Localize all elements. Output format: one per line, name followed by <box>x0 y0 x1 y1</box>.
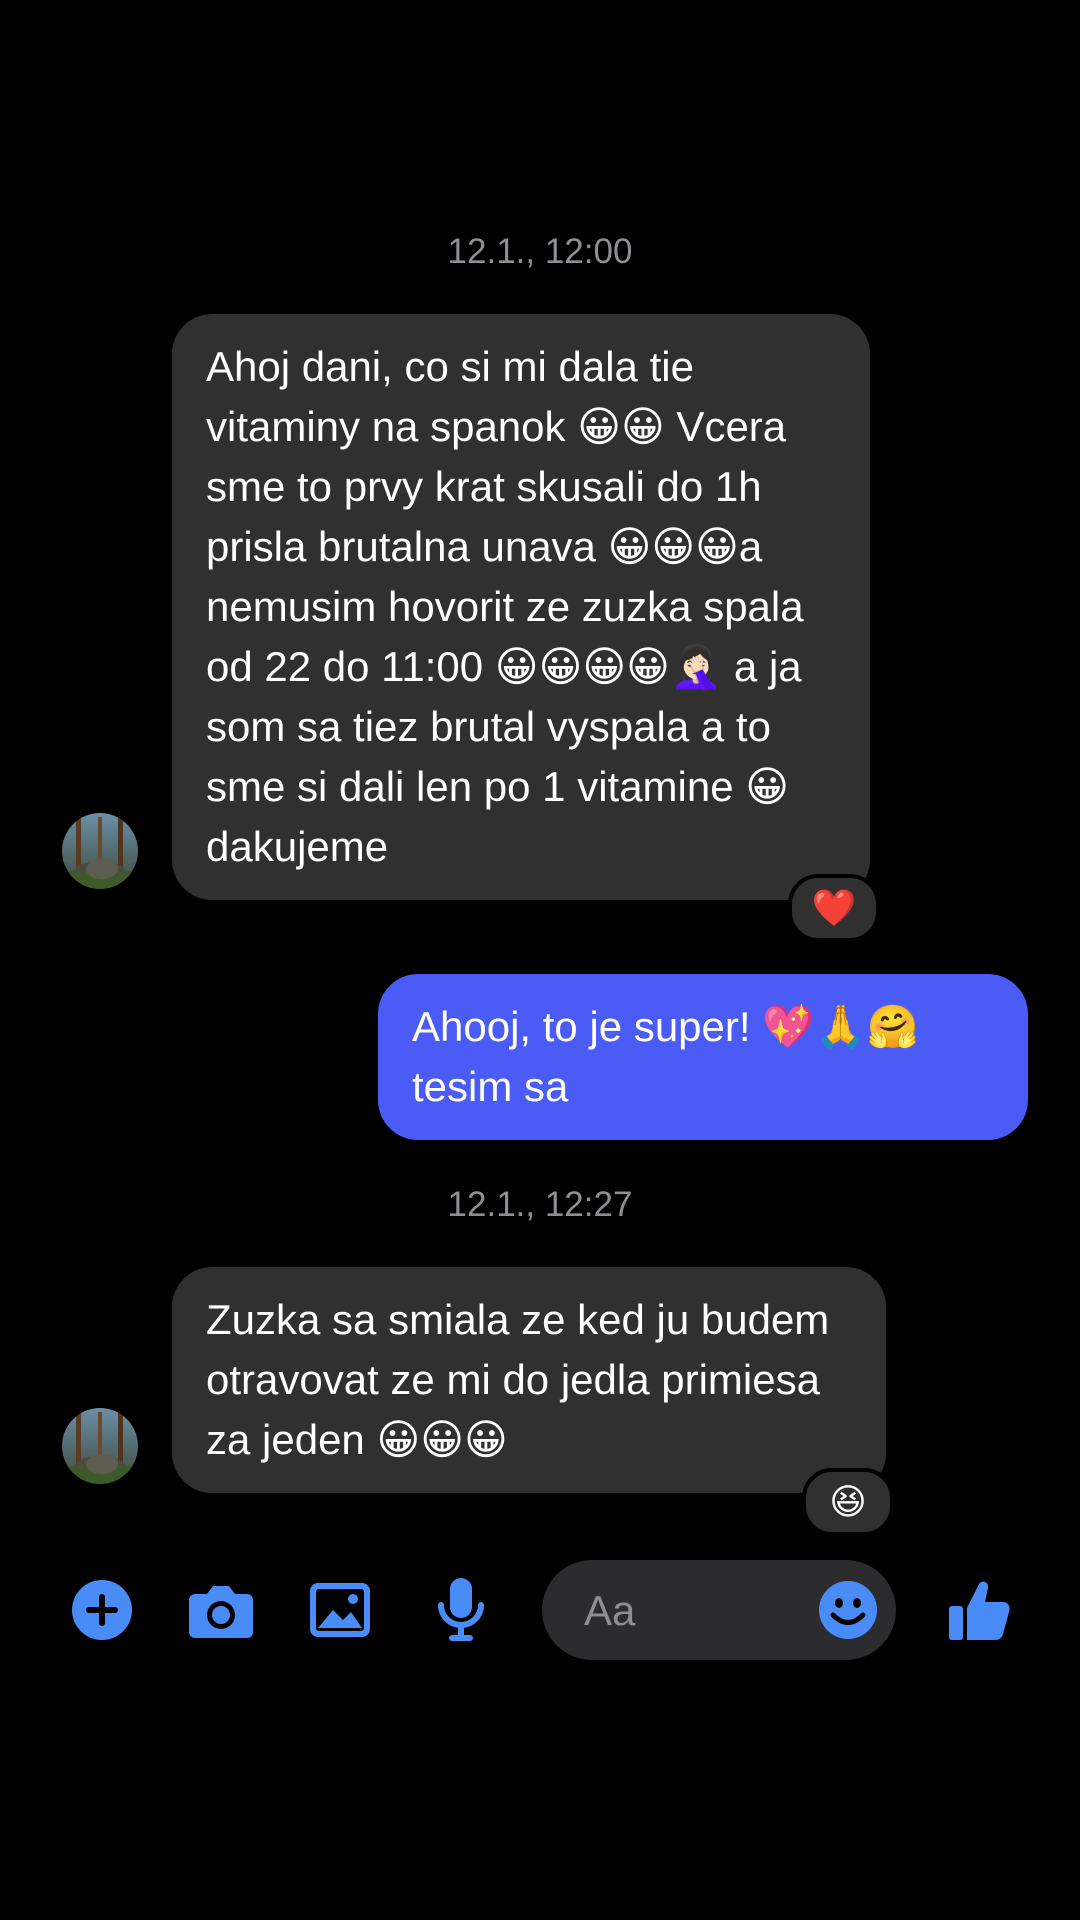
message-input-container[interactable] <box>542 1560 896 1660</box>
contact-avatar[interactable] <box>62 1408 138 1484</box>
message-input[interactable] <box>582 1580 806 1642</box>
emoji-icon[interactable] <box>818 1580 878 1640</box>
image-icon[interactable] <box>308 1560 372 1660</box>
thumbs-up-icon[interactable] <box>944 1560 1014 1660</box>
message-bubble-outgoing[interactable]: Ahooj, to je super! 💖🙏🤗 tesim sa <box>378 974 1028 1140</box>
message-composer <box>0 1560 1080 1660</box>
microphone-icon[interactable] <box>436 1560 486 1660</box>
contact-avatar[interactable] <box>62 813 138 889</box>
message-text: Ahooj, to je super! 💖🙏🤗 tesim sa <box>412 1003 920 1110</box>
reaction-badge[interactable]: 😆 <box>802 1468 894 1536</box>
message-bubble-incoming[interactable]: Zuzka sa smiala ze ked ju budem otravova… <box>172 1267 886 1493</box>
message-text: Zuzka sa smiala ze ked ju budem otravova… <box>206 1296 830 1463</box>
heart-reaction: ❤️ <box>811 887 857 928</box>
laughing-reaction: 😆 <box>829 1481 867 1522</box>
forest-avatar-icon <box>62 813 138 889</box>
forest-avatar-icon <box>62 1408 138 1484</box>
timestamp: 12.1., 12:00 <box>447 232 633 271</box>
timestamp: 12.1., 12:27 <box>447 1185 633 1224</box>
reaction-badge[interactable]: ❤️ <box>788 874 880 942</box>
message-bubble-incoming[interactable]: Ahoj dani, co si mi dala tie vitaminy na… <box>172 314 870 900</box>
message-text: Ahoj dani, co si mi dala tie vitaminy na… <box>206 343 804 870</box>
plus-circle-icon[interactable] <box>70 1560 134 1660</box>
camera-icon[interactable] <box>186 1560 256 1660</box>
